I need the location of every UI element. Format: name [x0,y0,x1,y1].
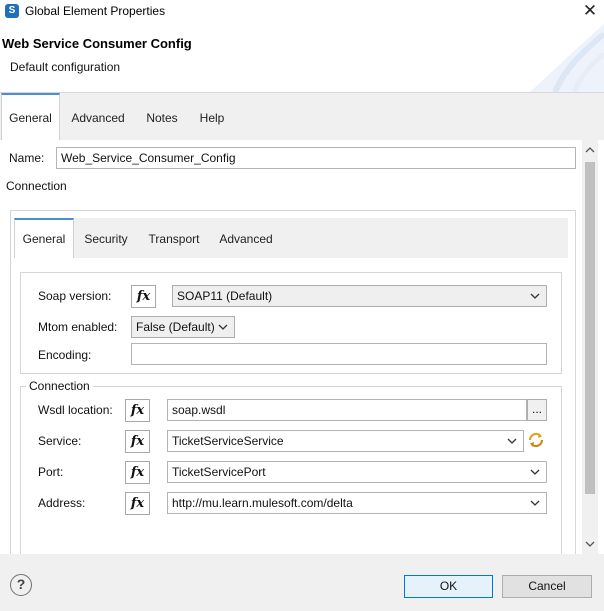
scroll-down-icon[interactable] [582,538,598,550]
service-label: Service: [38,434,82,448]
dialog-banner: Web Service Consumer Config Default conf… [0,24,604,92]
mtom-select[interactable]: False (Default) [131,316,235,338]
refresh-icon[interactable] [527,431,545,449]
address-label: Address: [38,496,86,510]
soap-version-label: Soap version: [38,289,112,303]
dialog-footer: ? OK Cancel [0,554,604,611]
tab-help[interactable]: Help [190,93,234,141]
browse-button[interactable]: ... [527,399,547,421]
port-label: Port: [38,465,64,479]
chevron-down-icon [507,438,517,444]
inner-tab-bar: General Security Transport Advanced [14,218,568,258]
connection-label: Connection [6,179,67,193]
inner-tab-security[interactable]: Security [76,218,136,258]
fx-toggle-soap-version[interactable]: fx [131,285,156,308]
general-panel: Name: Web_Service_Consumer_Config Connec… [0,140,582,554]
tab-notes[interactable]: Notes [138,93,186,141]
cancel-button[interactable]: Cancel [502,575,592,598]
fx-toggle-port[interactable]: fx [125,461,150,484]
name-label: Name: [9,151,45,165]
title-bar: S Global Element Properties ✕ [0,0,604,24]
banner-decoration [530,24,604,92]
soap-version-select[interactable]: SOAP11 (Default) [172,285,547,307]
chevron-down-icon [530,469,540,475]
wsdl-location-input[interactable]: soap.wsdl [167,399,527,421]
address-value: http://mu.learn.mulesoft.com/delta [172,496,353,510]
tab-advanced[interactable]: Advanced [62,93,134,141]
service-value: TicketServiceService [172,434,284,448]
close-button[interactable]: ✕ [576,0,604,24]
fx-toggle-service[interactable]: fx [125,430,150,453]
inner-tab-general[interactable]: General [14,218,74,258]
fx-toggle-wsdl[interactable]: fx [125,399,150,422]
port-select[interactable]: TicketServicePort [167,461,547,483]
inner-tab-transport[interactable]: Transport [142,218,206,258]
dialog-subheading: Default configuration [10,60,121,74]
connection-group-title: Connection [26,379,93,393]
encoding-input[interactable] [131,343,547,365]
chevron-down-icon [530,293,540,299]
ok-button[interactable]: OK [404,575,493,598]
address-select[interactable]: http://mu.learn.mulesoft.com/delta [167,492,547,514]
window-title: Global Element Properties [25,4,166,18]
scroll-up-icon[interactable] [582,144,598,156]
port-value: TicketServicePort [172,465,266,479]
tab-general[interactable]: General [1,93,60,141]
chevron-down-icon [530,500,540,506]
studio-icon: S [5,4,19,18]
service-select[interactable]: TicketServiceService [167,430,524,452]
vertical-scrollbar[interactable] [582,140,598,554]
mtom-value: False (Default) [136,320,215,334]
help-icon[interactable]: ? [10,574,32,596]
dialog-heading: Web Service Consumer Config [2,36,192,51]
inner-tab-advanced[interactable]: Advanced [212,218,280,258]
mtom-label: Mtom enabled: [38,320,118,334]
name-input[interactable]: Web_Service_Consumer_Config [56,147,576,169]
fx-toggle-address[interactable]: fx [125,492,150,515]
encoding-label: Encoding: [38,348,92,362]
scroll-thumb[interactable] [585,162,595,494]
top-tab-bar: General Advanced Notes Help [0,92,604,141]
wsdl-location-label: Wsdl location: [38,403,113,417]
chevron-down-icon [218,324,228,330]
soap-version-value: SOAP11 (Default) [177,289,273,303]
